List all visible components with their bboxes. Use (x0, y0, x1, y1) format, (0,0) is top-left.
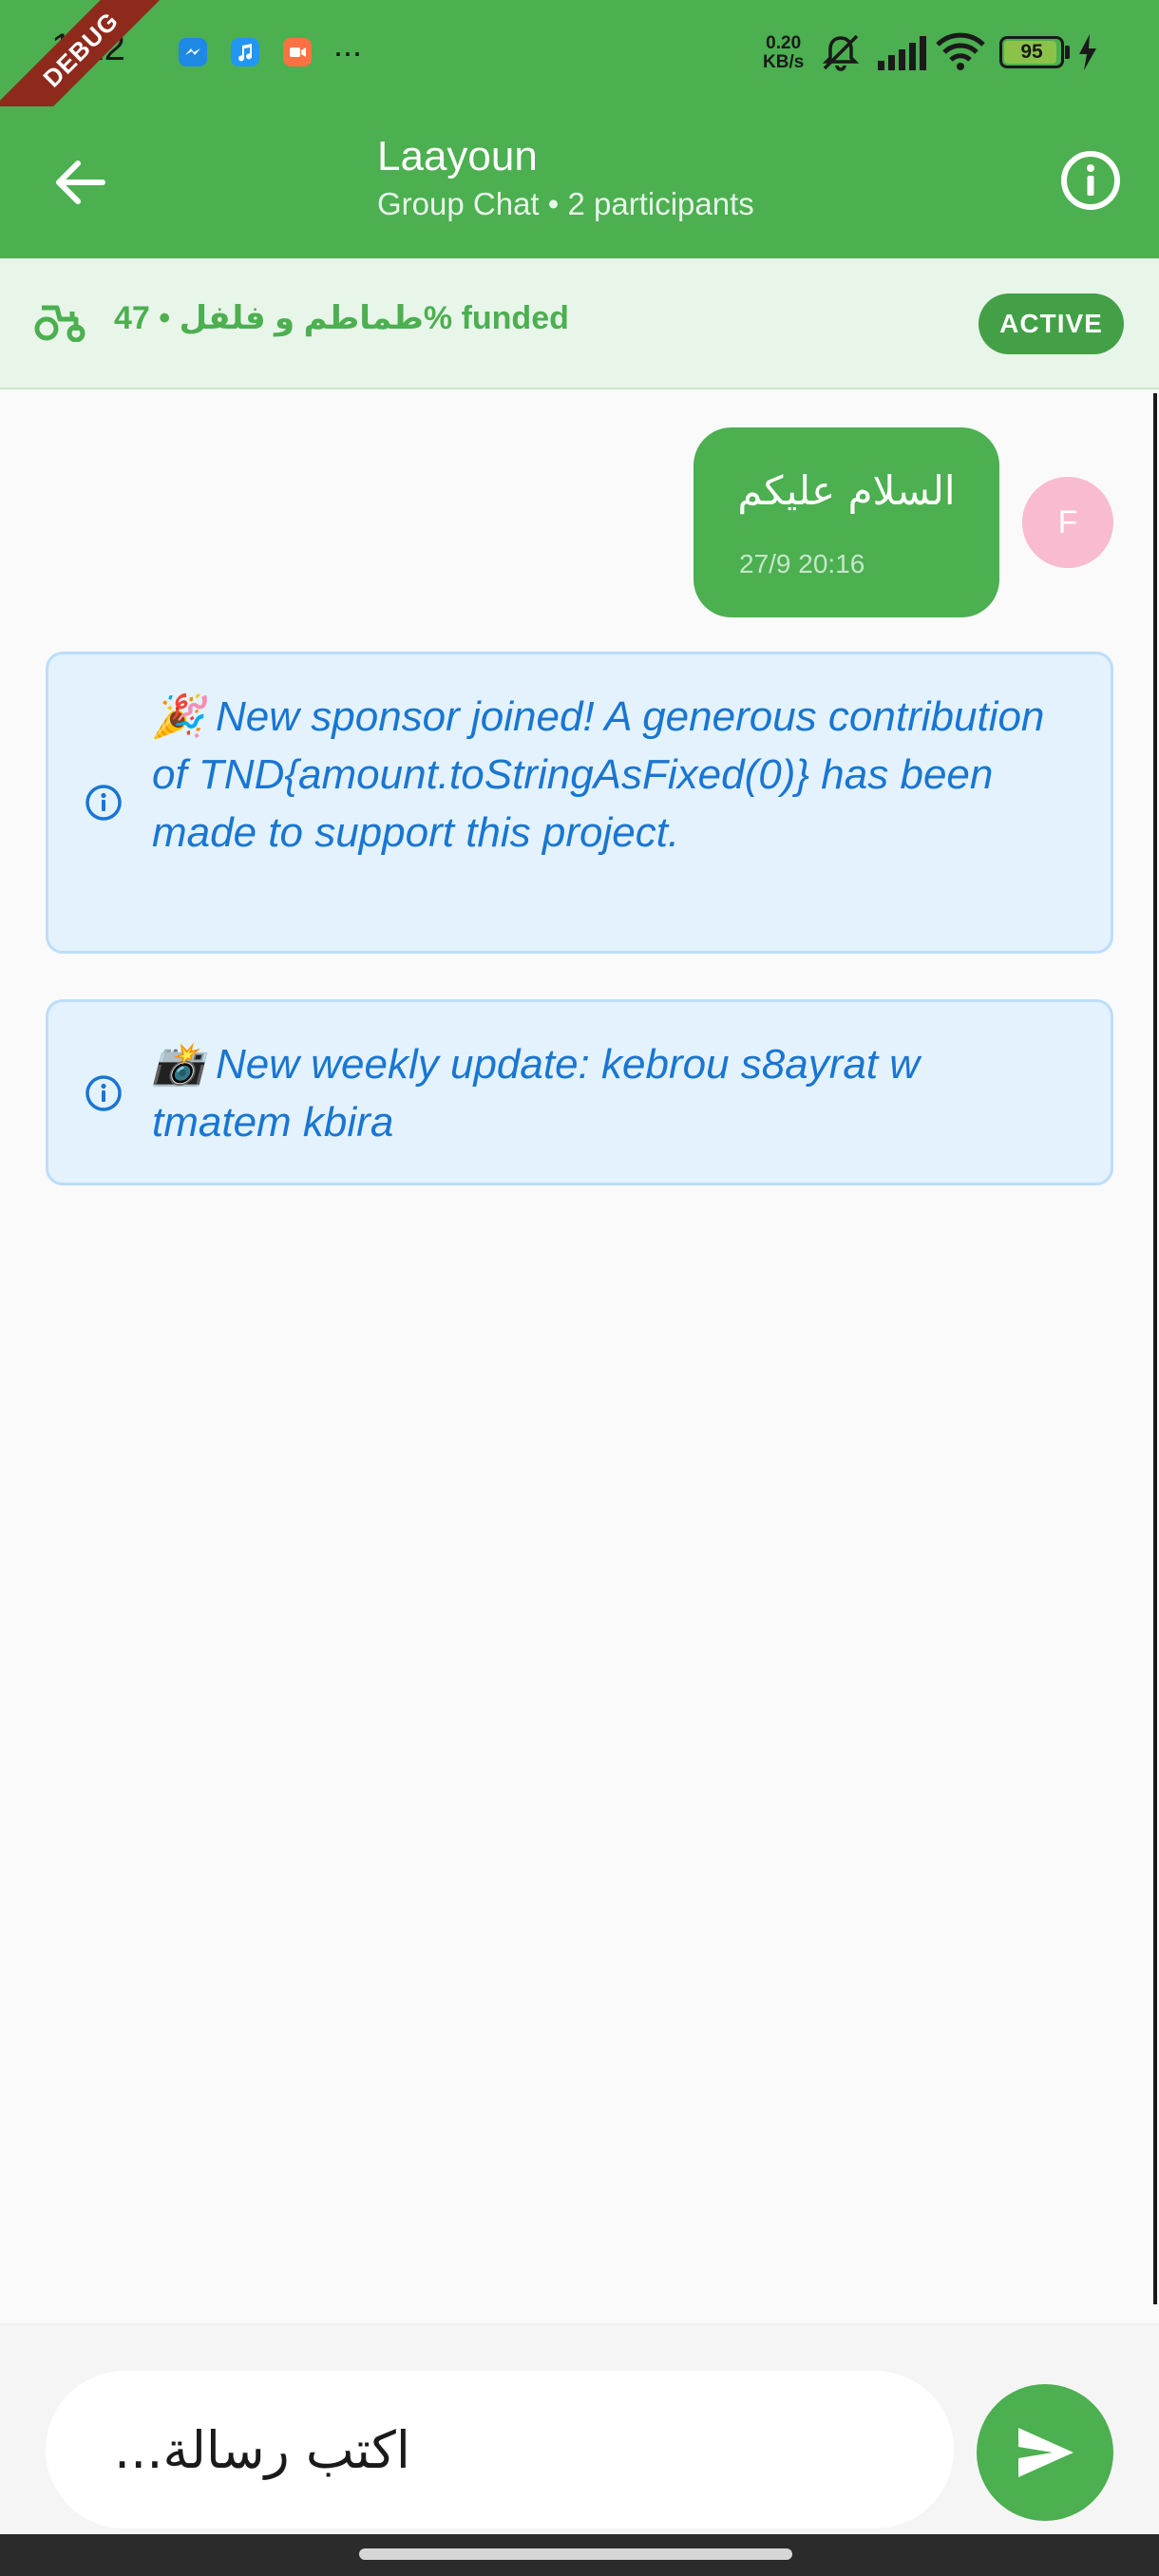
battery-tip (1065, 46, 1070, 59)
system-message-text: 📸 New weekly update: kebrou s8ayrat w tm… (152, 1041, 921, 1146)
message-text: السلام عليكم (737, 467, 956, 514)
video-icon (283, 38, 312, 66)
info-icon (84, 1073, 124, 1118)
signal-icon (878, 36, 927, 75)
app-bar (0, 106, 1159, 258)
battery-level-text: 95 (1020, 41, 1043, 63)
home-gesture-handle[interactable] (359, 2548, 792, 2560)
back-arrow-icon (56, 161, 105, 204)
network-speed-unit: KB/s (763, 52, 805, 72)
info-button[interactable] (1058, 148, 1123, 213)
status-badge: ACTIVE (978, 294, 1124, 354)
mute-icon (819, 30, 863, 79)
overflow-icon: ··· (332, 32, 363, 71)
messenger-icon (179, 38, 207, 66)
avatar[interactable]: F (1022, 477, 1113, 568)
back-button[interactable] (49, 152, 110, 213)
message-input[interactable] (46, 2371, 954, 2529)
charging-icon (1077, 34, 1098, 75)
network-speed-value: 0.20 (766, 33, 802, 53)
send-button[interactable] (977, 2384, 1113, 2521)
message-timestamp: 27/9 20:16 (739, 549, 865, 578)
info-icon (1061, 151, 1120, 210)
chat-title: Laayoun (377, 133, 538, 180)
chat-subtitle: Group Chat • 2 participants (377, 186, 754, 221)
scroll-edge (1153, 393, 1157, 2304)
system-message-text: 🎉 New sponsor joined! A generous contrib… (152, 693, 1045, 856)
wifi-icon (935, 32, 986, 75)
network-speed: 0.20 KB/s (763, 34, 804, 72)
music-icon (231, 38, 259, 66)
project-funding-text: 47 • طماطم و فلفل% funded (114, 300, 569, 336)
send-icon (1018, 2428, 1074, 2477)
info-icon (84, 783, 124, 827)
battery-indicator: 95 (999, 36, 1064, 68)
tractor-icon (34, 298, 89, 347)
message-bubble[interactable] (694, 427, 999, 617)
